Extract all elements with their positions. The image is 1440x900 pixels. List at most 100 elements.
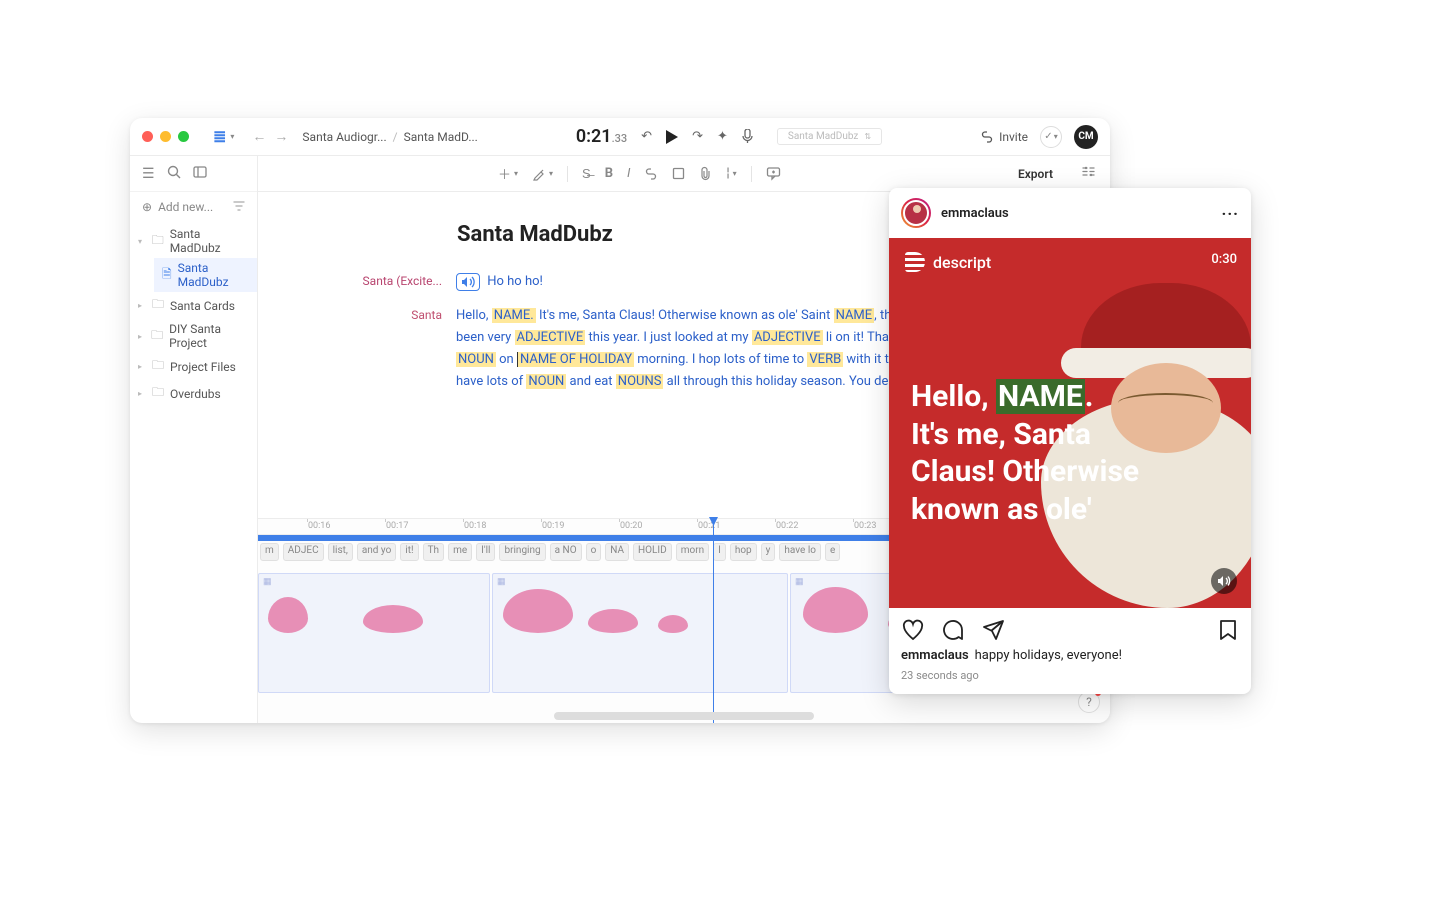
playhead[interactable] — [713, 519, 714, 723]
word-clip[interactable]: have lo — [779, 543, 821, 561]
ig-save-button[interactable] — [1217, 618, 1239, 642]
ig-avatar — [903, 200, 929, 226]
nav-forward-button[interactable]: → — [274, 128, 288, 145]
folder-icon: 🗀 — [152, 383, 164, 404]
timecode-main: 0:21 — [576, 126, 612, 147]
ig-comment-button[interactable] — [941, 618, 965, 642]
word-clip[interactable]: I'll — [476, 543, 495, 561]
speaker-label[interactable]: Santa — [292, 305, 442, 322]
nav-back-button[interactable]: ← — [252, 128, 266, 145]
speaker-label[interactable]: Santa (Excite... — [292, 271, 442, 288]
panel-toggle-button[interactable] — [193, 165, 207, 183]
timecode-ms: .33 — [612, 132, 628, 145]
ig-avatar-story-ring[interactable] — [901, 198, 931, 228]
caret-right-icon: ▸ — [138, 362, 146, 371]
ig-more-button[interactable]: ··· — [1222, 204, 1239, 223]
tree-label: Project Files — [170, 360, 236, 374]
highlight-button[interactable]: ▾ — [532, 167, 553, 181]
word-clip[interactable]: a NO — [550, 543, 582, 561]
fullscreen-window-button[interactable] — [178, 131, 189, 142]
word-clip[interactable]: hop — [730, 543, 757, 561]
caret-right-icon: ▸ — [138, 301, 146, 310]
titlebar: ≣ ▾ ← → Santa Audiogr... / Santa MadD...… — [130, 118, 1110, 156]
mic-button[interactable] — [742, 129, 753, 144]
timeline-scrollbar[interactable] — [554, 712, 814, 720]
ig-media[interactable]: descript 0:30 Hello, NAME.It's me, Santa… — [889, 238, 1251, 608]
export-button[interactable]: Export — [1018, 167, 1053, 181]
word-clip[interactable]: NA — [605, 543, 629, 561]
insert-button[interactable]: ＋▾ — [498, 164, 518, 183]
word-clip[interactable]: HOLID — [633, 543, 672, 561]
ig-username[interactable]: emmaclaus — [941, 206, 1009, 221]
user-avatar[interactable]: CM — [1074, 125, 1098, 149]
ig-timestamp: 23 seconds ago — [889, 667, 1251, 694]
project-tree: ▾ 🗀 Santa MadDubz 🗎 Santa MadDubz ▸ 🗀 Sa… — [130, 222, 257, 409]
word-clip[interactable]: ADJEC — [283, 543, 324, 561]
folder-icon: 🗀 — [152, 356, 164, 377]
app-menu-button[interactable]: ≣ ▾ — [209, 125, 238, 148]
bold-button[interactable]: B — [605, 166, 613, 181]
redo-button[interactable]: ↷ — [692, 129, 703, 144]
word-clip[interactable]: me — [448, 543, 472, 561]
ig-like-button[interactable] — [901, 618, 925, 642]
help-button[interactable]: ? — [1078, 691, 1100, 713]
tree-doc-active[interactable]: 🗎 Santa MadDubz — [154, 258, 257, 292]
plus-icon: ⊕ — [142, 200, 152, 214]
hamburger-button[interactable]: ☰ — [142, 166, 155, 182]
word-clip[interactable]: e — [825, 543, 840, 561]
audio-clip[interactable]: ▦ — [258, 573, 490, 693]
descript-label: descript — [933, 253, 991, 272]
strikethrough-button[interactable]: S̶ — [582, 166, 591, 182]
tree-folder[interactable]: ▾ 🗀 Santa MadDubz — [130, 224, 257, 258]
italic-button[interactable]: I — [627, 166, 630, 181]
recorder-target-pill[interactable]: Santa MadDubz ⇅ — [777, 128, 882, 145]
tree-folder[interactable]: ▸ 🗀 Santa Cards — [130, 292, 257, 319]
folder-icon: 🗀 — [152, 295, 164, 316]
status-check-button[interactable]: ✓▾ — [1040, 126, 1062, 148]
audio-clip-icon[interactable] — [456, 273, 480, 291]
invite-label: Invite — [999, 130, 1028, 144]
layout-toggle-button[interactable] — [1081, 164, 1096, 183]
ig-caption-user[interactable]: emmaclaus — [901, 648, 969, 663]
word-clip[interactable]: and yo — [357, 543, 396, 561]
link-button[interactable] — [644, 167, 658, 181]
close-window-button[interactable] — [142, 131, 153, 142]
clip-icon: ▦ — [263, 577, 272, 587]
script-text[interactable]: Ho ho ho! — [487, 274, 543, 289]
search-button[interactable] — [167, 165, 181, 183]
tree-folder[interactable]: ▸ 🗀 Overdubs — [130, 380, 257, 407]
word-clip[interactable]: it! — [400, 543, 418, 561]
breadcrumb: Santa Audiogr... / Santa MadD... — [302, 130, 477, 144]
square-button[interactable] — [672, 167, 685, 180]
play-button[interactable] — [666, 130, 678, 144]
word-clip[interactable]: list, — [328, 543, 353, 561]
instagram-post-card: emmaclaus ··· descript 0:30 Hello, NAME.… — [889, 188, 1251, 694]
tree-folder[interactable]: ▸ 🗀 Project Files — [130, 353, 257, 380]
word-clip[interactable]: m — [260, 543, 279, 561]
word-clip[interactable]: bringing — [499, 543, 545, 561]
add-new-button[interactable]: ⊕ Add new... — [130, 192, 257, 222]
descript-brand: descript — [905, 252, 991, 272]
word-clip[interactable]: Th — [423, 543, 444, 561]
comment-button[interactable] — [766, 166, 781, 181]
caret-down-icon: ▾ — [138, 237, 146, 246]
breadcrumb-item[interactable]: Santa Audiogr... — [302, 130, 386, 144]
word-clip[interactable]: morn — [676, 543, 709, 561]
word-clip[interactable]: o — [586, 543, 602, 561]
attach-button[interactable] — [699, 166, 712, 181]
undo-button[interactable]: ↶ — [641, 129, 652, 144]
filter-button[interactable] — [233, 200, 245, 215]
breadcrumb-item[interactable]: Santa MadD... — [404, 130, 478, 144]
divider-button[interactable]: ¦▾ — [726, 166, 736, 181]
minimize-window-button[interactable] — [160, 131, 171, 142]
tree-label: DIY Santa Project — [169, 322, 251, 350]
caret-right-icon: ▸ — [138, 389, 146, 398]
recorder-label: Santa MadDubz — [788, 131, 858, 142]
word-clip[interactable]: I — [713, 543, 726, 561]
ig-audio-toggle[interactable] — [1211, 568, 1237, 594]
invite-button[interactable]: Invite — [980, 130, 1028, 144]
tree-folder[interactable]: ▸ 🗀 DIY Santa Project — [130, 319, 257, 353]
word-clip[interactable]: y — [761, 543, 776, 561]
ig-share-button[interactable] — [981, 618, 1005, 642]
magic-button[interactable]: ✦ — [717, 129, 728, 144]
